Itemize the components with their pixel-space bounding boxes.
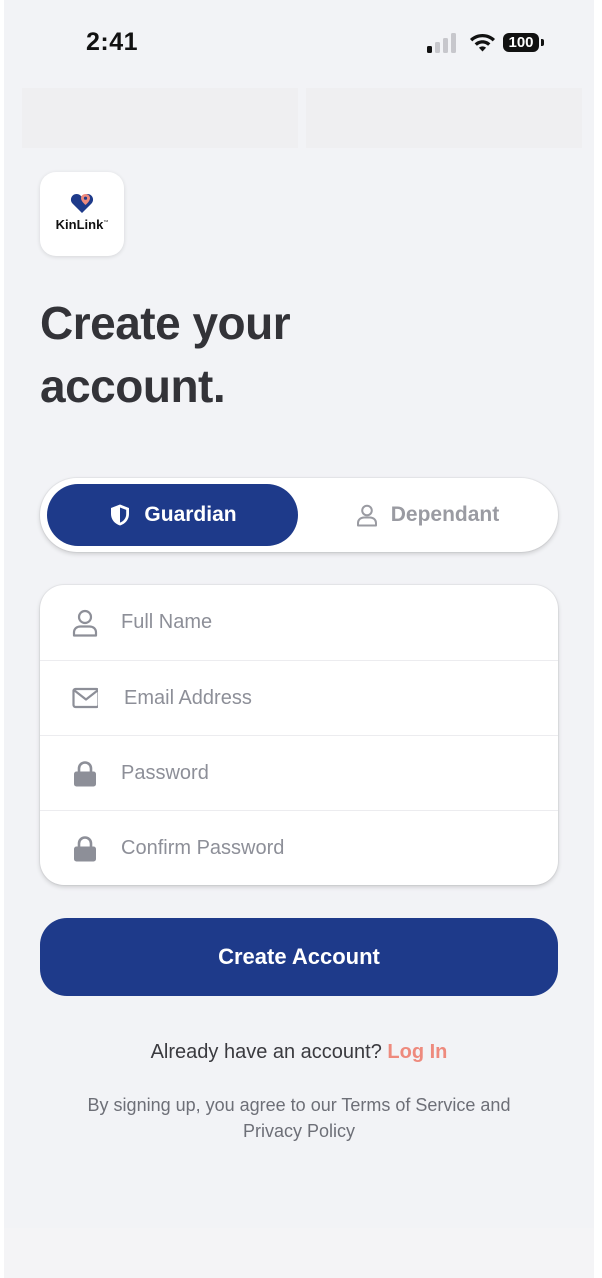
page-title: Create your account.: [40, 297, 291, 412]
person-icon: [356, 504, 377, 527]
login-link[interactable]: Log In: [387, 1041, 447, 1063]
shield-icon: [111, 504, 130, 526]
guardian-role-label: Guardian: [144, 503, 237, 526]
dependant-role-button[interactable]: Dependant: [302, 484, 552, 546]
password-field[interactable]: Password: [40, 735, 558, 811]
logo-text: KinLink™: [55, 217, 109, 232]
create-account-button[interactable]: Create Account: [40, 918, 558, 996]
dependant-role-label: Dependant: [390, 503, 500, 526]
confirm-password-field[interactable]: Confirm Password: [40, 810, 558, 885]
full-name-field[interactable]: Full Name: [40, 585, 558, 660]
app-logo: KinLink™: [40, 172, 124, 256]
login-prompt: Already have an account? Log In: [4, 1041, 594, 1064]
signup-form: Full Name Email Address Password Confirm…: [40, 585, 558, 885]
bottom-band: [4, 1228, 594, 1278]
status-time: 2:41: [86, 28, 139, 56]
wifi-icon: [470, 34, 495, 52]
role-toggle: Guardian Dependant: [40, 478, 558, 552]
lock-icon: [74, 761, 96, 787]
terms-notice: By signing up, you agree to our Terms of…: [87, 1095, 511, 1141]
battery-icon: 100: [503, 33, 539, 52]
status-bar: 2:41 100: [4, 0, 594, 88]
email-field[interactable]: Email Address: [40, 660, 558, 736]
cellular-signal-icon: [427, 33, 459, 53]
full-name-placeholder: Full Name: [121, 611, 213, 633]
signup-screen: 2:41 100 KinLink™ Create your account. G…: [4, 0, 594, 1278]
person-icon: [72, 609, 98, 637]
heart-location-icon: [70, 193, 94, 213]
battery-cap: [541, 39, 544, 46]
email-placeholder: Email Address: [124, 687, 252, 709]
top-placeholder-tiles: [22, 88, 582, 148]
lock-icon: [74, 836, 96, 862]
confirm-password-placeholder: Confirm Password: [121, 837, 285, 859]
guardian-role-button[interactable]: Guardian: [47, 484, 298, 546]
login-prompt-text: Already have an account?: [150, 1041, 382, 1063]
envelope-icon: [72, 687, 98, 709]
password-placeholder: Password: [121, 762, 209, 784]
